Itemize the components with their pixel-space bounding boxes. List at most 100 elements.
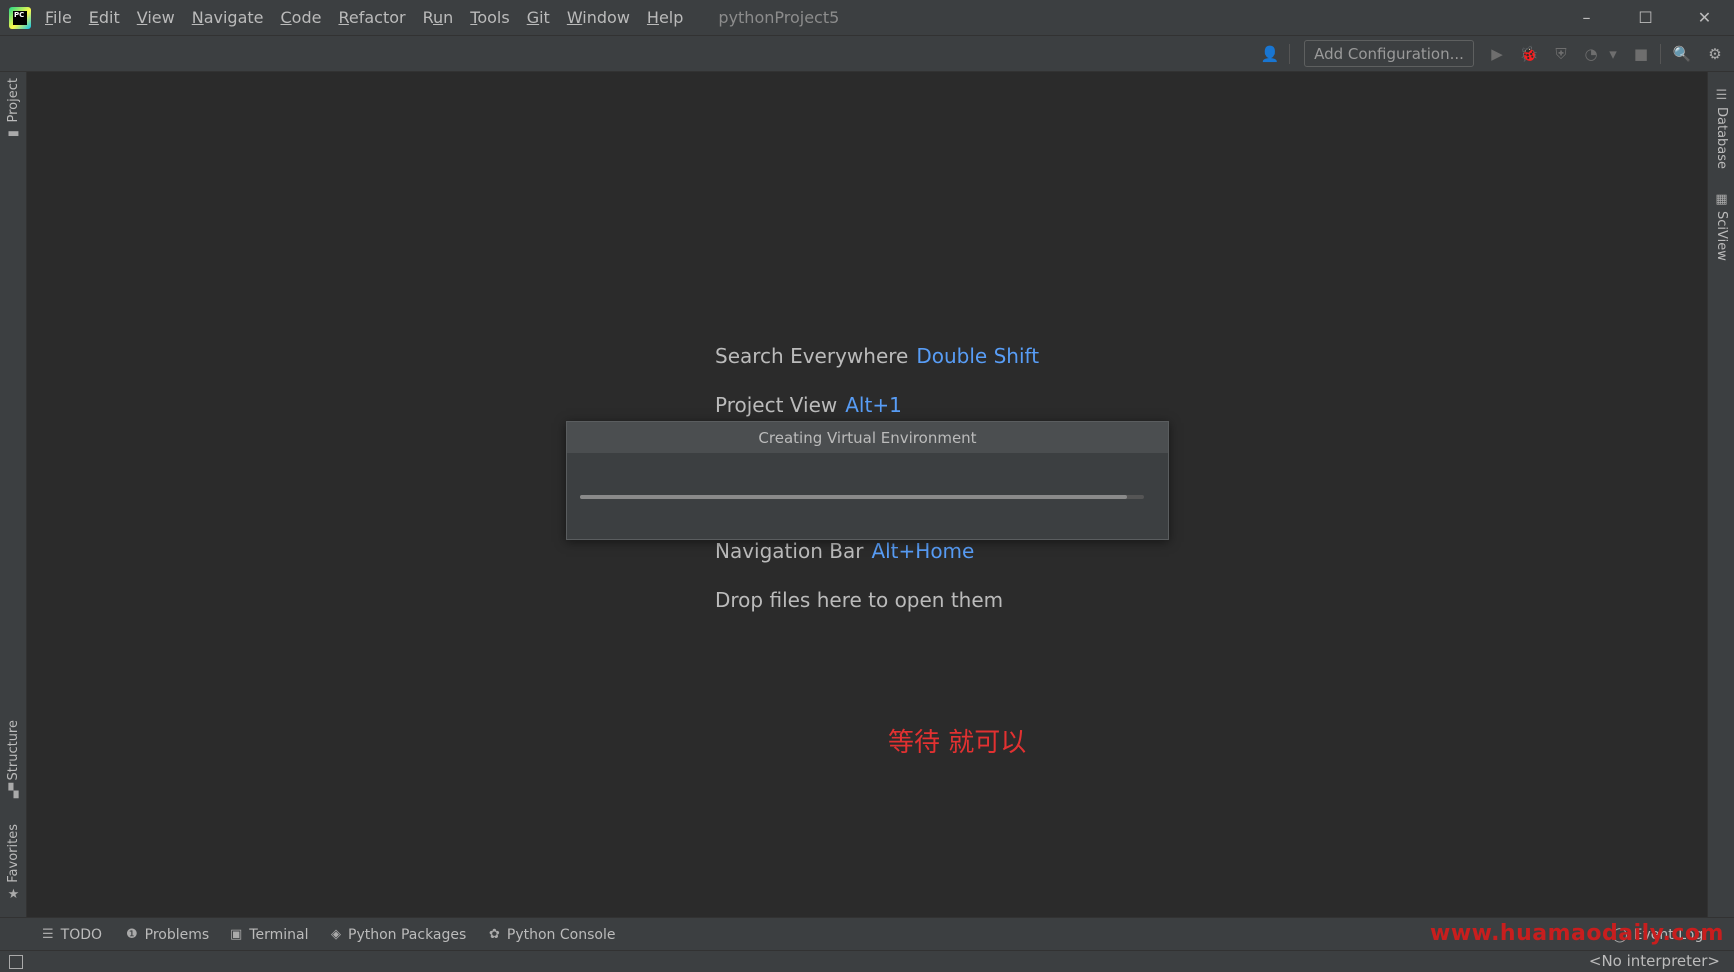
logo-text: PC — [13, 10, 27, 25]
menu-item-text: n — [443, 8, 454, 27]
tab-python-packages[interactable]: ◈ Python Packages — [331, 918, 466, 951]
hint-project-view: Project View Alt+1 — [715, 393, 902, 417]
menu-item-text: ile — [53, 8, 72, 27]
tab-database-label: Database — [1714, 107, 1729, 170]
hint-shortcut: Double Shift — [916, 344, 1040, 368]
tab-python-console-label: Python Console — [506, 926, 616, 943]
hint-drop-files: Drop files here to open them — [715, 588, 1004, 612]
menu-item-mnemonic: R — [338, 8, 349, 27]
progress-bar — [580, 495, 1144, 499]
close-button[interactable]: ✕ — [1675, 0, 1734, 35]
tool-windows-toggle-icon[interactable] — [9, 955, 23, 969]
menu-item-text: ode — [291, 8, 322, 27]
hint-label: Navigation Bar — [715, 539, 864, 563]
tab-todo[interactable]: ☰ TODO — [42, 918, 102, 951]
menu-item-text: indow — [582, 8, 630, 27]
menu-item-text: iew — [147, 8, 175, 27]
watermark-text: www.huamaodaily.com — [1430, 921, 1724, 946]
tab-project-label: Project — [6, 78, 21, 123]
add-configuration-button[interactable]: Add Configuration... — [1304, 40, 1474, 67]
menu-item-mnemonic: H — [646, 8, 659, 27]
status-bar: <No interpreter> — [0, 950, 1734, 972]
sciview-icon: ▦ — [1715, 192, 1728, 207]
problems-icon: ❶ — [126, 927, 138, 942]
python-icon: ✿ — [489, 927, 500, 942]
menu-item[interactable]: Code — [281, 8, 322, 27]
stop-icon[interactable]: ■ — [1632, 45, 1650, 63]
tab-favorites-label: Favorites — [6, 824, 21, 883]
menu-item-mnemonic: V — [136, 8, 148, 27]
minimize-button[interactable]: – — [1557, 0, 1616, 35]
hint-search-everywhere: Search Everywhere Double Shift — [715, 344, 1039, 368]
menu-item[interactable]: Navigate — [192, 8, 264, 27]
menu-item-text: elp — [658, 8, 684, 27]
hint-shortcut: Alt+Home — [871, 539, 975, 563]
debug-icon[interactable]: 🐞 — [1520, 45, 1539, 63]
user-icon[interactable]: 👤 — [1261, 45, 1280, 63]
list-icon: ☰ — [42, 927, 54, 942]
settings-icon[interactable]: ⚙ — [1706, 45, 1724, 63]
title-bar: PC File Edit View Navigate Code Refactor Run To… — [0, 0, 1734, 35]
right-tool-strip: ☰ Database ▦ SciView — [1707, 72, 1734, 917]
folder-icon: ▬ — [7, 126, 20, 142]
progress-bar-fill — [580, 495, 1128, 499]
maximize-button[interactable]: ☐ — [1616, 0, 1675, 35]
menu-item-text: it — [539, 8, 550, 27]
run-icon[interactable]: ▶ — [1488, 45, 1506, 63]
tab-terminal-label: Terminal — [249, 926, 309, 943]
bottom-tool-bar: ☰ TODO ❶ Problems ▣ Terminal ◈ Python Packag… — [0, 917, 1734, 950]
annotation-text: 等待 就可以 — [888, 728, 1027, 758]
terminal-icon: ▣ — [230, 927, 243, 942]
menu-item[interactable]: Tools — [470, 8, 509, 27]
hint-shortcut: Alt+1 — [845, 393, 902, 417]
menu-item[interactable]: File — [45, 8, 72, 27]
interpreter-status[interactable]: <No interpreter> — [1589, 952, 1720, 970]
structure-icon: ▚ — [8, 784, 19, 800]
pycharm-logo-icon[interactable]: PC — [9, 6, 31, 29]
menu-item[interactable]: Edit — [89, 8, 120, 27]
tab-favorites[interactable]: Favorites ★ — [0, 824, 27, 906]
tab-python-console[interactable]: ✿ Python Console — [489, 918, 615, 951]
menu-item-text: avigate — [203, 8, 264, 27]
menu-item-mnemonic: N — [191, 8, 204, 27]
menu-item[interactable]: Window — [567, 8, 630, 27]
dialog-title: Creating Virtual Environment — [567, 422, 1168, 453]
tab-sciview[interactable]: ▦ SciView — [1708, 188, 1734, 261]
menu-item-text: R — [422, 8, 433, 27]
hint-label: Search Everywhere — [715, 344, 909, 368]
menu-bar: File Edit View Navigate Code Refactor Run Tools… — [45, 8, 700, 27]
tab-problems-label: Problems — [144, 926, 210, 943]
tab-problems[interactable]: ❶ Problems — [126, 918, 209, 951]
menu-item-text: efactor — [348, 8, 406, 27]
menu-item-mnemonic: u — [433, 8, 444, 27]
tab-project[interactable]: Project ▬ — [0, 78, 27, 145]
menu-item-mnemonic: F — [45, 8, 54, 27]
tab-structure[interactable]: Structure ▚ — [0, 720, 27, 803]
project-name: pythonProject5 — [718, 8, 840, 27]
tab-structure-label: Structure — [6, 720, 21, 781]
toolbar-separator — [1660, 44, 1661, 64]
star-icon: ★ — [7, 886, 20, 902]
left-tool-strip: Project ▬ Structure ▚ Favorites ★ — [0, 72, 27, 917]
tab-database[interactable]: ☰ Database — [1708, 84, 1734, 169]
tab-sciview-label: SciView — [1714, 211, 1729, 261]
layers-icon: ◈ — [331, 927, 341, 942]
menu-item[interactable]: View — [137, 8, 175, 27]
menu-item-mnemonic: C — [280, 8, 292, 27]
menu-item-mnemonic: E — [88, 8, 99, 27]
menu-item[interactable]: Refactor — [338, 8, 405, 27]
coverage-icon[interactable]: ⛨ — [1552, 45, 1570, 63]
hint-navigation-bar: Navigation Bar Alt+Home — [715, 539, 974, 563]
chevron-down-icon[interactable]: ▾ — [1607, 45, 1619, 63]
main-toolbar: 👤 Add Configuration... ▶ 🐞 ⛨ ◔ ▾ ■ 🔍 ⚙ — [0, 35, 1734, 72]
menu-item-mnemonic: W — [566, 8, 583, 27]
tab-python-packages-label: Python Packages — [348, 926, 467, 943]
toolbar-separator — [1289, 44, 1290, 64]
menu-item[interactable]: Git — [527, 8, 550, 27]
menu-item[interactable]: Run — [423, 8, 454, 27]
progress-dialog: Creating Virtual Environment — [566, 421, 1169, 540]
tab-terminal[interactable]: ▣ Terminal — [230, 918, 308, 951]
profile-icon[interactable]: ◔ — [1582, 45, 1600, 63]
search-icon[interactable]: 🔍 — [1673, 45, 1692, 63]
menu-item[interactable]: Help — [647, 8, 683, 27]
